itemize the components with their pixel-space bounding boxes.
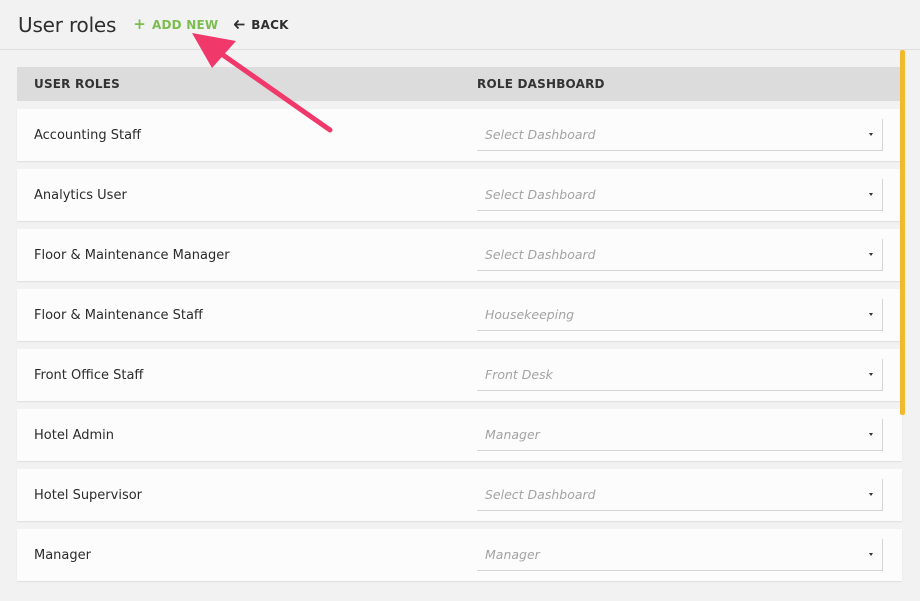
caret-down-icon	[869, 553, 873, 556]
dashboard-select[interactable]: Manager	[477, 539, 883, 571]
role-name: Hotel Supervisor	[34, 487, 143, 503]
table-row: Analytics User Select Dashboard	[17, 169, 902, 221]
role-name: Hotel Admin	[34, 427, 114, 443]
column-header-role-dashboard: ROLE DASHBOARD	[477, 77, 605, 91]
page-header: User roles + ADD NEW BACK	[0, 0, 920, 50]
dashboard-select[interactable]: Select Dashboard	[477, 479, 883, 511]
dashboard-select-value: Select Dashboard	[485, 247, 596, 262]
caret-down-icon	[869, 493, 873, 496]
role-name: Accounting Staff	[34, 127, 141, 143]
back-button[interactable]: BACK	[234, 18, 288, 32]
arrow-left-icon	[234, 20, 245, 29]
caret-down-icon	[869, 313, 873, 316]
dashboard-select-value: Housekeeping	[485, 307, 575, 322]
dashboard-select-value: Select Dashboard	[485, 487, 596, 502]
dashboard-select[interactable]: Select Dashboard	[477, 119, 883, 151]
role-name: Floor & Maintenance Staff	[34, 307, 203, 323]
dashboard-select[interactable]: Housekeeping	[477, 299, 883, 331]
dashboard-select-value: Manager	[485, 547, 540, 562]
caret-down-icon	[869, 433, 873, 436]
caret-down-icon	[869, 133, 873, 136]
table-row: Hotel Supervisor Select Dashboard	[17, 469, 902, 521]
plus-icon: +	[133, 15, 147, 33]
caret-down-icon	[869, 193, 873, 196]
table-row: Front Office Staff Front Desk	[17, 349, 902, 401]
page-title: User roles	[18, 12, 117, 37]
table-row: Floor & Maintenance Staff Housekeeping	[17, 289, 902, 341]
caret-down-icon	[869, 373, 873, 376]
table-rows: Accounting Staff Select Dashboard Analyt…	[17, 109, 902, 581]
role-name: Front Office Staff	[34, 367, 144, 383]
back-label: BACK	[251, 17, 289, 32]
dashboard-select[interactable]: Select Dashboard	[477, 239, 883, 271]
dashboard-select-value: Select Dashboard	[485, 187, 596, 202]
table-row: Floor & Maintenance Manager Select Dashb…	[17, 229, 902, 281]
table-row: Hotel Admin Manager	[17, 409, 902, 461]
table-header: USER ROLES ROLE DASHBOARD	[17, 67, 902, 101]
table-row: Manager Manager	[17, 529, 902, 581]
dashboard-select-value: Front Desk	[485, 367, 553, 382]
dashboard-select-value: Select Dashboard	[485, 127, 596, 142]
add-new-button[interactable]: + ADD NEW	[133, 17, 218, 32]
role-name: Manager	[34, 547, 91, 563]
role-name: Analytics User	[34, 187, 127, 203]
role-name: Floor & Maintenance Manager	[34, 247, 230, 263]
dashboard-select[interactable]: Select Dashboard	[477, 179, 883, 211]
add-new-label: ADD NEW	[152, 17, 219, 32]
dashboard-select[interactable]: Front Desk	[477, 359, 883, 391]
column-header-user-roles: USER ROLES	[34, 77, 120, 91]
user-roles-table: USER ROLES ROLE DASHBOARD Accounting Sta…	[17, 67, 902, 589]
scrollbar-thumb[interactable]	[900, 50, 905, 415]
dashboard-select-value: Manager	[485, 427, 540, 442]
dashboard-select[interactable]: Manager	[477, 419, 883, 451]
table-row: Accounting Staff Select Dashboard	[17, 109, 902, 161]
caret-down-icon	[869, 253, 873, 256]
